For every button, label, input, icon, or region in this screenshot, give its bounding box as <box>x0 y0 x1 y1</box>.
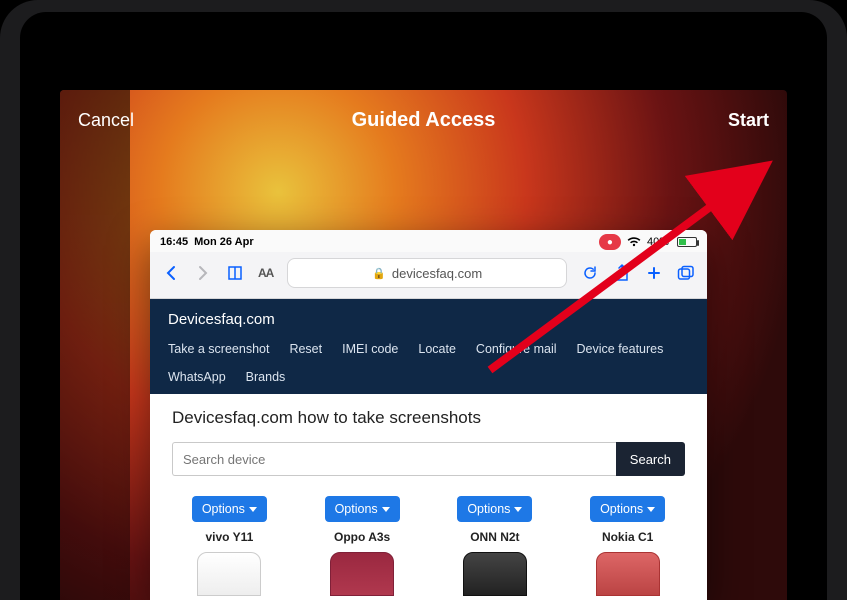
share-icon[interactable] <box>613 264 631 282</box>
lock-icon: 🔒 <box>372 267 386 280</box>
caret-down-icon <box>249 507 257 512</box>
reload-button[interactable] <box>581 264 599 282</box>
address-bar[interactable]: 🔒 devicesfaq.com <box>287 258 567 288</box>
site-nav: Devicesfaq.com Take a screenshot Reset I… <box>150 299 707 394</box>
device-card: Options ONN N2t <box>438 496 553 596</box>
nav-link[interactable]: Brands <box>246 370 286 384</box>
device-name[interactable]: vivo Y11 <box>205 530 253 544</box>
url-domain: devicesfaq.com <box>392 266 482 281</box>
device-thumbnail[interactable] <box>463 552 527 596</box>
options-button[interactable]: Options <box>325 496 400 522</box>
text-size-button[interactable]: AA <box>258 266 273 280</box>
options-button[interactable]: Options <box>590 496 665 522</box>
screen-recording-indicator: ● <box>599 234 621 250</box>
page-content: Devicesfaq.com how to take screenshots S… <box>150 394 707 600</box>
nav-link[interactable]: Locate <box>418 342 456 356</box>
device-cards: Options vivo Y11 Options Oppo A3s Option… <box>172 496 685 596</box>
nav-link[interactable]: Reset <box>289 342 322 356</box>
nav-link[interactable]: WhatsApp <box>168 370 226 384</box>
search-input[interactable] <box>172 442 616 476</box>
search-row: Search <box>172 442 685 476</box>
status-time: 16:45 <box>160 236 188 248</box>
wallpaper-shadow <box>60 90 130 600</box>
wifi-icon <box>627 237 641 247</box>
safari-toolbar: AA 🔒 devicesfaq.com <box>150 252 707 299</box>
status-bar: 16:45 Mon 26 Apr ● 40% <box>150 230 707 252</box>
status-date: Mon 26 Apr <box>194 236 254 248</box>
cancel-button[interactable]: Cancel <box>78 110 134 131</box>
caret-down-icon <box>647 507 655 512</box>
device-inner-frame: Cancel Guided Access Start 16:45 Mon 26 … <box>20 12 827 600</box>
device-thumbnail[interactable] <box>596 552 660 596</box>
new-tab-icon[interactable] <box>645 264 663 282</box>
app-preview-window: 16:45 Mon 26 Apr ● 40% <box>150 230 707 600</box>
battery-icon <box>675 237 697 247</box>
site-nav-row: WhatsApp Brands <box>168 370 689 384</box>
ipad-bezel: Cancel Guided Access Start 16:45 Mon 26 … <box>0 0 847 600</box>
device-name[interactable]: ONN N2t <box>470 530 519 544</box>
back-button[interactable] <box>162 264 180 282</box>
tabs-icon[interactable] <box>677 264 695 282</box>
ipad-screen: Cancel Guided Access Start 16:45 Mon 26 … <box>60 90 787 600</box>
battery-percent: 40% <box>647 236 669 248</box>
guided-access-title: Guided Access <box>352 109 496 132</box>
start-button[interactable]: Start <box>728 110 769 131</box>
caret-down-icon <box>514 507 522 512</box>
forward-button <box>194 264 212 282</box>
options-button[interactable]: Options <box>457 496 532 522</box>
search-button[interactable]: Search <box>616 442 685 476</box>
device-card: Options Oppo A3s <box>305 496 420 596</box>
site-nav-row: Take a screenshot Reset IMEI code Locate… <box>168 342 689 356</box>
bookmarks-icon[interactable] <box>226 264 244 282</box>
nav-link[interactable]: Configure mail <box>476 342 557 356</box>
guided-access-bar: Cancel Guided Access Start <box>60 90 787 150</box>
device-thumbnail[interactable] <box>330 552 394 596</box>
device-name[interactable]: Oppo A3s <box>334 530 390 544</box>
page-heading: Devicesfaq.com how to take screenshots <box>172 408 685 428</box>
device-thumbnail[interactable] <box>197 552 261 596</box>
device-card: Options vivo Y11 <box>172 496 287 596</box>
caret-down-icon <box>382 507 390 512</box>
device-name[interactable]: Nokia C1 <box>602 530 653 544</box>
nav-link[interactable]: IMEI code <box>342 342 398 356</box>
options-button[interactable]: Options <box>192 496 267 522</box>
device-card: Options Nokia C1 <box>570 496 685 596</box>
nav-link[interactable]: Take a screenshot <box>168 342 269 356</box>
site-brand[interactable]: Devicesfaq.com <box>168 311 689 328</box>
nav-link[interactable]: Device features <box>577 342 664 356</box>
